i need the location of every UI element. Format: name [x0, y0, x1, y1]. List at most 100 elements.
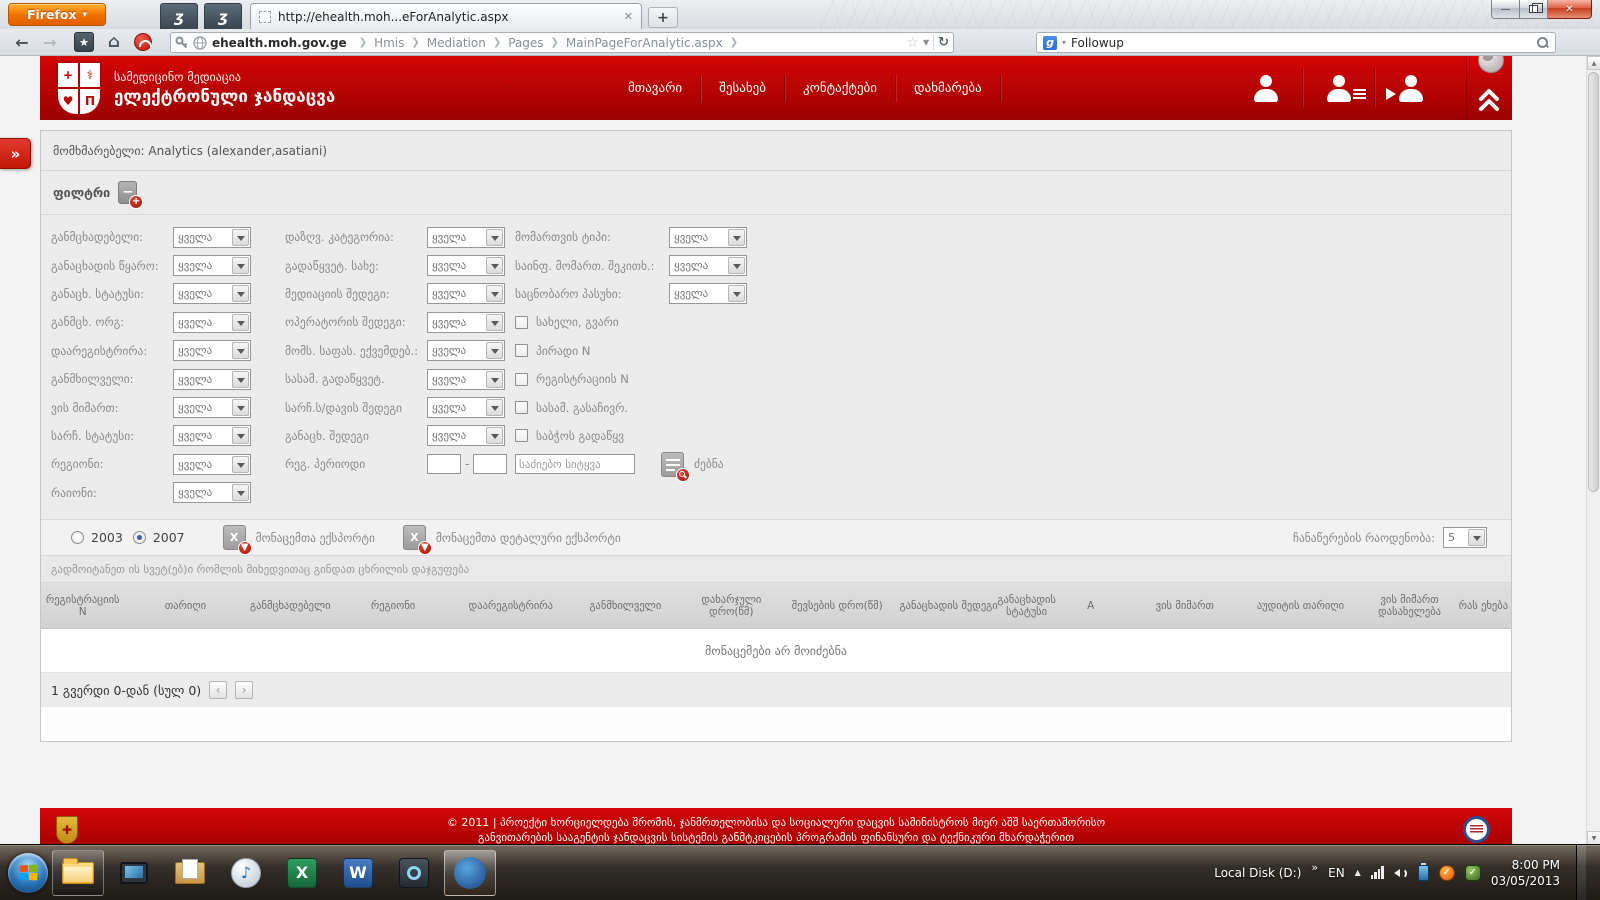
select-arrow-icon[interactable] — [232, 427, 249, 444]
grid-column-header[interactable]: თარიღი — [124, 583, 246, 628]
select-arrow-icon[interactable] — [232, 342, 249, 359]
select-arrow-icon[interactable] — [728, 229, 745, 246]
grid-column-header[interactable]: დახარჯული დრო(წმ) — [681, 583, 782, 628]
pinned-tab-1[interactable]: ʒ — [160, 3, 198, 29]
grid-column-header[interactable]: რეგისტრაციის N — [41, 583, 124, 628]
google-icon[interactable]: g — [1043, 36, 1057, 50]
bookmarks-icon[interactable]: ★ — [74, 32, 94, 52]
home-icon[interactable]: ⌂ — [102, 32, 126, 52]
pinned-tab-2[interactable]: ʒ — [204, 3, 242, 29]
new-tab-button[interactable]: + — [648, 7, 678, 28]
active-tab[interactable]: http://ehealth.moh...eForAnalytic.aspx ✕ — [250, 3, 642, 29]
filter-select[interactable]: ყველა — [173, 340, 251, 361]
start-button[interactable] — [8, 853, 48, 893]
select-arrow-icon[interactable] — [232, 229, 249, 246]
grid-column-header[interactable]: რას ეხება — [1456, 583, 1511, 628]
filter-select[interactable]: ყველა — [173, 397, 251, 418]
checkbox[interactable] — [515, 373, 528, 386]
select-arrow-icon[interactable] — [486, 342, 503, 359]
filter-select[interactable]: ყველა — [173, 255, 251, 276]
export-button[interactable]: X ▼ მონაცემთა ექსპორტი — [223, 525, 375, 550]
grid-column-header[interactable]: განმხილველი — [570, 583, 681, 628]
user-icon-button[interactable] — [1230, 68, 1302, 108]
filter-select[interactable]: ყველა — [427, 283, 505, 304]
page-scrollbar[interactable]: ▲ ▼ — [1586, 56, 1600, 845]
select-arrow-icon[interactable] — [486, 427, 503, 444]
select-arrow-icon[interactable] — [1468, 529, 1485, 546]
period-to-input[interactable] — [473, 454, 507, 474]
taskbar-icon-explorer[interactable] — [52, 850, 104, 896]
grid-column-header[interactable]: აუდიტის თარიღი — [1237, 583, 1363, 628]
messenger-app-icon[interactable]: ✓ — [1465, 865, 1481, 881]
grid-column-header[interactable]: დაარეგისტრირა — [452, 583, 570, 628]
filter-select[interactable]: ყველა — [173, 482, 251, 503]
search-box[interactable]: g ▾ Followup — [1036, 32, 1556, 53]
firefox-menu-button[interactable]: Firefox ▾ — [8, 3, 106, 26]
scrollbar-thumb[interactable] — [1588, 72, 1599, 492]
select-arrow-icon[interactable] — [232, 314, 249, 331]
nav-item[interactable]: მთავარი — [610, 75, 701, 102]
taskbar-icon-snipping[interactable] — [388, 850, 440, 896]
filter-select[interactable]: ყველა — [427, 312, 505, 333]
pager-next-button[interactable]: › — [235, 681, 253, 699]
taskbar-icon-computer[interactable] — [108, 850, 160, 896]
taskbar-icon-music[interactable]: ♪ — [220, 850, 272, 896]
nav-item[interactable]: კონტაქტები — [785, 75, 896, 102]
checkbox[interactable] — [515, 344, 528, 357]
period-from-input[interactable] — [427, 454, 461, 474]
nav-item[interactable]: შესახებ — [701, 75, 785, 102]
sync-app-icon[interactable]: ✓ — [1439, 865, 1455, 881]
select-arrow-icon[interactable] — [486, 285, 503, 302]
expand-panel-tab[interactable]: » — [0, 138, 31, 169]
tray-language[interactable]: EN — [1328, 866, 1345, 880]
url-dropdown-icon[interactable]: ▼ — [923, 38, 929, 47]
filter-select[interactable]: ყველა — [427, 369, 505, 390]
restore-button[interactable] — [1520, 0, 1548, 19]
select-arrow-icon[interactable] — [728, 285, 745, 302]
checkbox[interactable] — [515, 316, 528, 329]
filter-select[interactable]: ყველა — [173, 312, 251, 333]
select-arrow-icon[interactable] — [728, 257, 745, 274]
filter-select[interactable]: ყველა — [427, 227, 505, 248]
radio-2007-label[interactable]: 2007 — [153, 530, 185, 545]
select-arrow-icon[interactable] — [486, 371, 503, 388]
filter-add-badge[interactable]: + — [129, 195, 143, 209]
radio-2003[interactable] — [71, 531, 84, 544]
network-signal-icon[interactable] — [1371, 866, 1384, 879]
identity-key-icon[interactable] — [175, 36, 188, 49]
filter-select[interactable]: ყველა — [669, 283, 747, 304]
bookmark-star-icon[interactable]: ☆ — [906, 35, 919, 51]
search-document-icon[interactable] — [661, 452, 684, 477]
taskbar-icon-firefox[interactable] — [444, 850, 496, 896]
select-arrow-icon[interactable] — [232, 257, 249, 274]
volume-icon[interactable] — [1394, 866, 1408, 879]
checkbox[interactable] — [515, 429, 528, 442]
reload-icon[interactable]: ↻ — [938, 35, 949, 50]
export-detail-button[interactable]: X ▼ მონაცემთა დეტალური ექსპორტი — [403, 525, 621, 550]
search-magnifier-icon[interactable] — [1537, 37, 1549, 49]
filter-select[interactable]: ყველა — [427, 425, 505, 446]
grid-column-header[interactable]: A — [1049, 583, 1132, 628]
radio-2007[interactable] — [133, 531, 146, 544]
globe-icon[interactable] — [1478, 56, 1504, 73]
breadcrumb-item[interactable]: Hmis — [352, 36, 405, 50]
addon-icon[interactable] — [134, 33, 152, 51]
taskbar-icon-word[interactable]: W — [332, 850, 384, 896]
grid-column-header[interactable]: განაცხადის შედეგი — [893, 583, 1004, 628]
close-button[interactable]: ✕ — [1548, 0, 1592, 19]
logout-icon-button[interactable] — [1374, 68, 1446, 108]
user-list-icon-button[interactable] — [1302, 68, 1374, 108]
select-arrow-icon[interactable] — [232, 399, 249, 416]
url-bar[interactable]: ehealth.moh.gov.ge HmisMediationPagesMai… — [170, 32, 954, 53]
filter-select[interactable]: ყველა — [669, 227, 747, 248]
grid-column-header[interactable]: რეგიონი — [334, 583, 452, 628]
nav-item[interactable]: დახმარება — [896, 75, 1001, 102]
filter-select[interactable]: ყველა — [427, 397, 505, 418]
select-arrow-icon[interactable] — [232, 285, 249, 302]
filter-select[interactable]: ყველა — [427, 255, 505, 276]
search-button-label[interactable]: ძებნა — [694, 457, 724, 471]
filter-select[interactable]: ყველა — [173, 369, 251, 390]
filter-select[interactable]: ყველა — [669, 255, 747, 276]
forward-button[interactable]: → — [38, 33, 62, 52]
grid-column-header[interactable]: განაცხადის სტატუსი — [1004, 583, 1049, 628]
